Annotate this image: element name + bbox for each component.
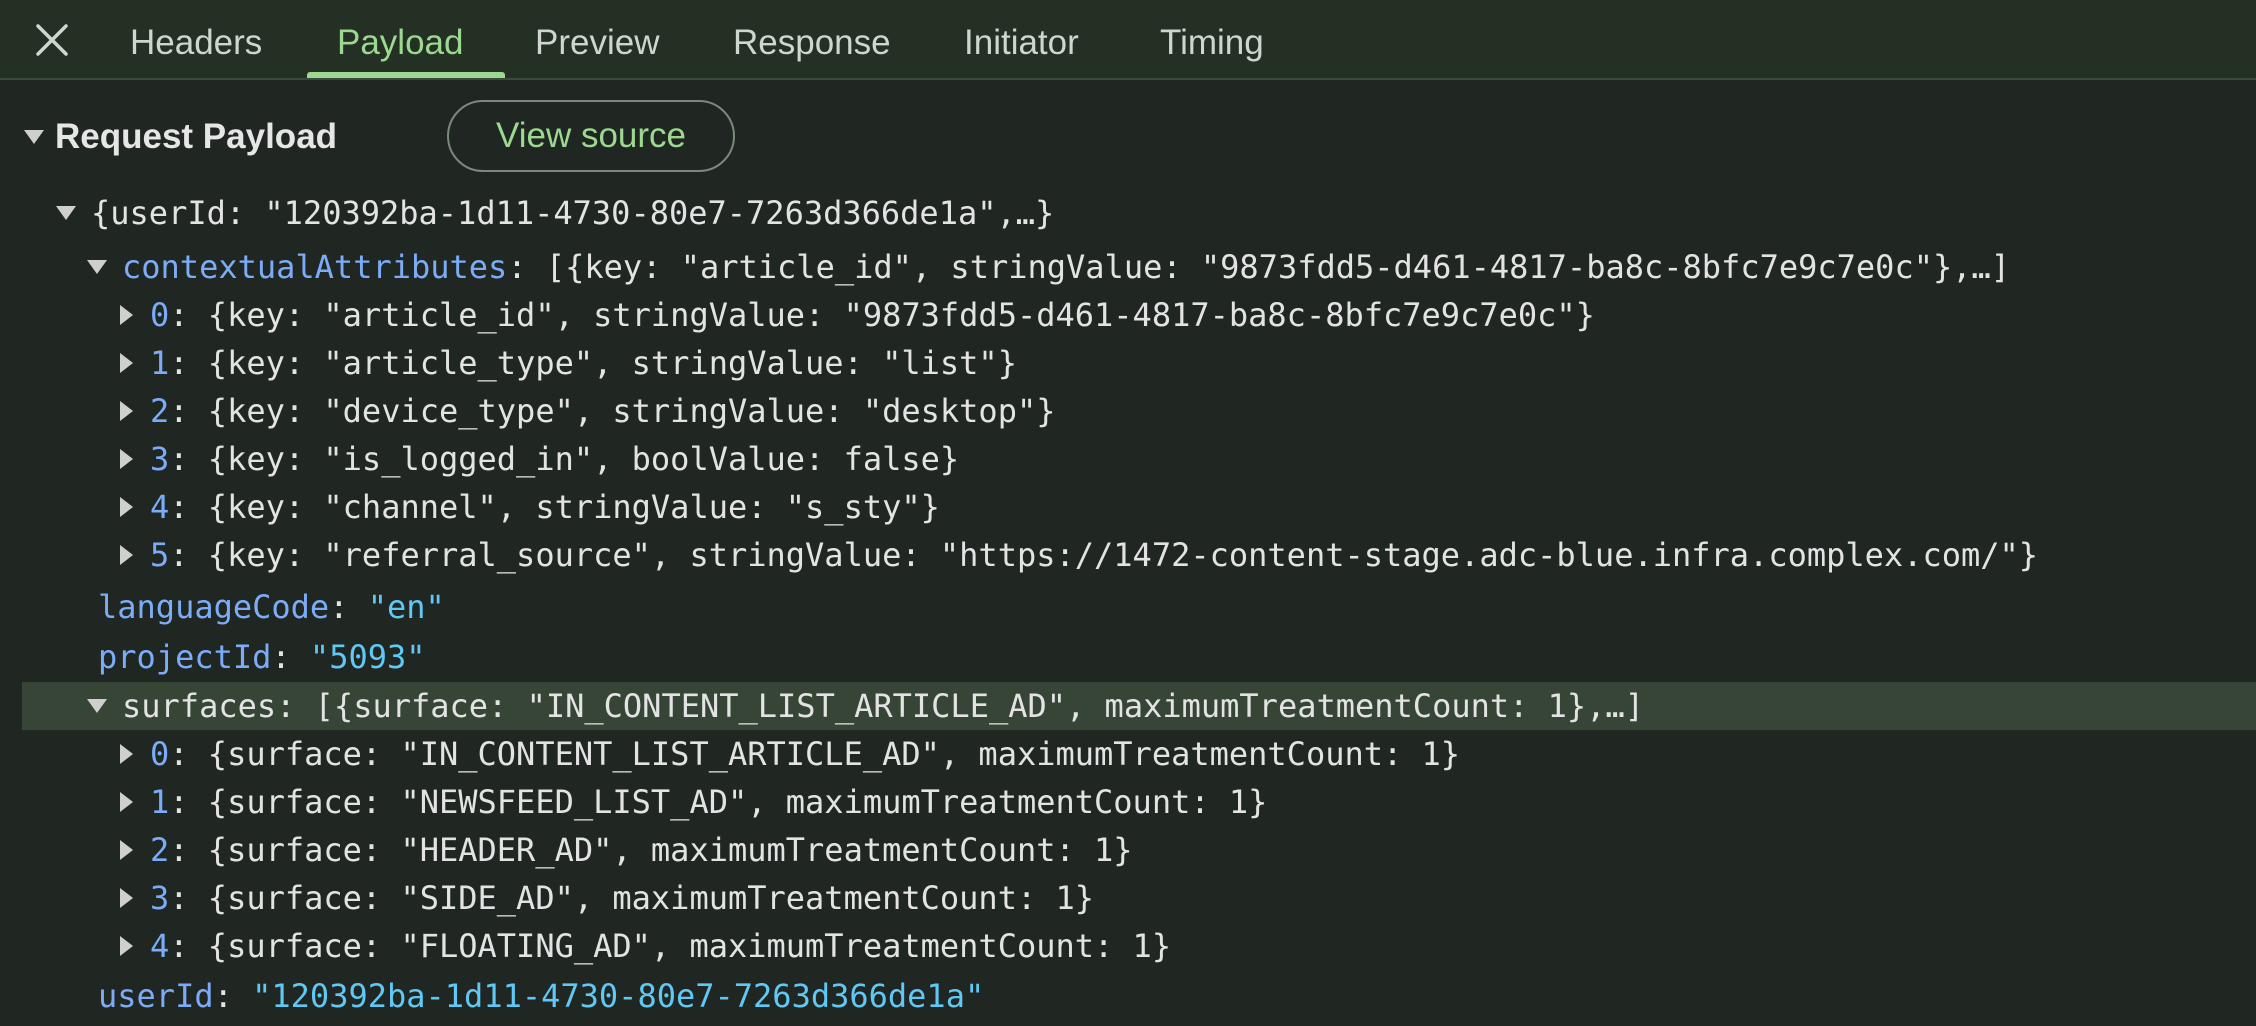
tree-item[interactable]: 0: {surface: "IN_CONTENT_LIST_ARTICLE_AD… [0,730,2256,778]
item-value: {key: "is_logged_in", boolValue: false} [207,440,960,478]
tree-item[interactable]: 4: {key: "channel", stringValue: "s_sty"… [0,483,2256,531]
tree-item[interactable]: 4: {surface: "FLOATING_AD", maximumTreat… [0,922,2256,970]
devtools-payload-panel: Headers Payload Preview Response Initiat… [0,0,2256,1026]
item-value: {key: "article_id", stringValue: "9873fd… [207,296,1595,334]
project-id-row: projectId: "5093" [98,638,426,676]
tree-item[interactable]: 3: {surface: "SIDE_AD", maximumTreatment… [0,874,2256,922]
property-key: userId [98,977,214,1015]
item-value: {surface: "FLOATING_AD", maximumTreatmen… [207,927,1172,965]
expand-triangle-icon [120,792,133,812]
surfaces-row[interactable]: surfaces: [{surface: "IN_CONTENT_LIST_AR… [22,682,2256,730]
tree-item[interactable]: 3: {key: "is_logged_in", boolValue: fals… [0,435,2256,483]
property-value: "en" [367,588,445,626]
tab-payload[interactable]: Payload [337,0,463,78]
tree-item[interactable]: 1: {surface: "NEWSFEED_LIST_AD", maximum… [0,778,2256,826]
item-value: {key: "device_type", stringValue: "deskt… [207,392,1056,430]
user-id-row: userId: "120392ba-1d11-4730-80e7-7263d36… [98,977,985,1015]
item-value: {key: "article_type", stringValue: "list… [207,344,1017,382]
tree-item[interactable]: 2: {key: "device_type", stringValue: "de… [0,387,2256,435]
array-index: 5 [150,536,170,574]
property-key: contextualAttributes [122,248,508,286]
tree-item[interactable]: 0: {key: "article_id", stringValue: "987… [0,291,2256,339]
expand-triangle-icon [120,401,133,421]
property-key: projectId [98,638,272,676]
array-index: 1 [150,783,170,821]
property-summary: [{surface: "IN_CONTENT_LIST_ARTICLE_AD",… [314,687,1644,725]
array-index: 4 [150,927,170,965]
array-index: 1 [150,344,170,382]
expand-triangle-icon [120,497,133,517]
expand-triangle-icon [120,449,133,469]
root-object-summary: {userId: "120392ba-1d11-4730-80e7-7263d3… [91,194,1055,232]
array-index: 4 [150,488,170,526]
item-value: {surface: "IN_CONTENT_LIST_ARTICLE_AD", … [207,735,1461,773]
expand-triangle-icon [120,545,133,565]
root-object-row[interactable]: {userId: "120392ba-1d11-4730-80e7-7263d3… [0,189,2256,237]
item-value: {key: "referral_source", stringValue: "h… [207,536,2039,574]
property-summary: [{key: "article_id", stringValue: "9873f… [545,248,2011,286]
array-index: 2 [150,392,170,430]
item-value: {surface: "SIDE_AD", maximumTreatmentCou… [207,879,1095,917]
expand-triangle-icon [120,744,133,764]
contextual-attributes-row[interactable]: contextualAttributes: [{key: "article_id… [0,243,2256,291]
property-value: "5093" [309,638,426,676]
language-code-row: languageCode: "en" [98,588,445,626]
tab-preview[interactable]: Preview [535,0,659,78]
collapse-triangle-icon [87,699,107,713]
tab-bar: Headers Payload Preview Response Initiat… [0,0,2256,80]
item-value: {surface: "NEWSFEED_LIST_AD", maximumTre… [207,783,1268,821]
tab-headers[interactable]: Headers [130,0,262,78]
expand-triangle-icon [120,936,133,956]
property-key: languageCode [98,588,330,626]
item-value: {key: "channel", stringValue: "s_sty"} [207,488,940,526]
tree-item[interactable]: 5: {key: "referral_source", stringValue:… [0,531,2256,579]
item-value: {surface: "HEADER_AD", maximumTreatmentC… [207,831,1133,869]
array-index: 0 [150,735,170,773]
array-index: 0 [150,296,170,334]
active-tab-indicator [307,72,505,78]
expand-triangle-icon [120,353,133,373]
expand-triangle-icon [120,840,133,860]
view-source-button[interactable]: View source [447,100,735,172]
array-index: 3 [150,440,170,478]
collapse-triangle-icon [56,206,76,220]
expand-triangle-icon [120,305,133,325]
property-key: surfaces [122,687,277,725]
array-index: 3 [150,879,170,917]
tree-item[interactable]: 1: {key: "article_type", stringValue: "l… [0,339,2256,387]
tab-initiator[interactable]: Initiator [964,0,1079,78]
collapse-triangle-icon [87,260,107,274]
expand-triangle-icon [120,888,133,908]
array-index: 2 [150,831,170,869]
tab-timing[interactable]: Timing [1160,0,1264,78]
section-title: Request Payload [55,117,338,156]
collapse-triangle-icon [24,130,44,144]
tree-item[interactable]: 2: {surface: "HEADER_AD", maximumTreatme… [0,826,2256,874]
property-value: "120392ba-1d11-4730-80e7-7263d366de1a" [252,977,985,1015]
close-icon[interactable] [30,18,74,62]
tab-response[interactable]: Response [733,0,891,78]
